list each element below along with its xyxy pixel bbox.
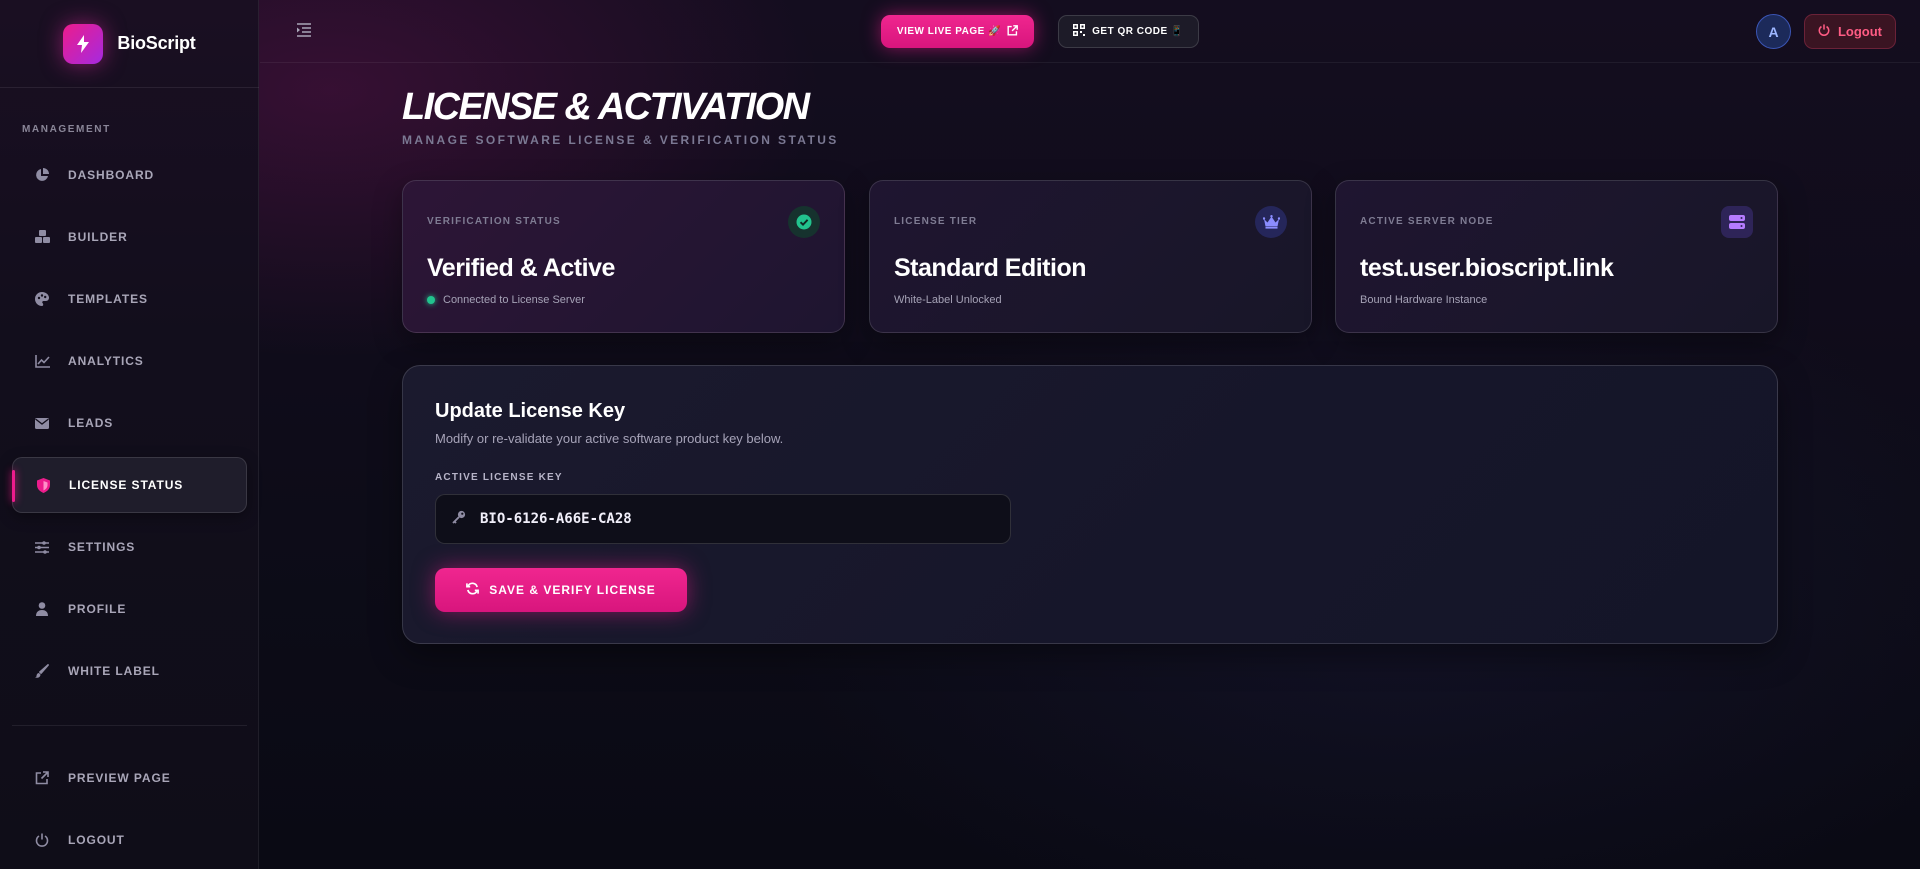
sidebar-item-logout[interactable]: LOGOUT [12,812,247,868]
verification-status-card: VERIFICATION STATUS Verified & Active Co… [402,180,845,333]
sidebar-item-preview-page[interactable]: PREVIEW PAGE [12,750,247,806]
view-live-page-button[interactable]: VIEW LIVE PAGE 🚀 [881,15,1034,48]
crown-icon [1255,206,1287,238]
envelope-icon [34,415,50,431]
sidebar-item-label: LOGOUT [68,833,125,847]
page-title: LICENSE & ACTIVATION [402,86,810,128]
status-dot [427,296,435,304]
view-live-page-label: VIEW LIVE PAGE 🚀 [896,26,1002,37]
sidebar-item-settings[interactable]: SETTINGS [12,519,247,575]
license-key-input[interactable] [480,511,980,527]
external-link-icon [34,770,50,786]
bolt-icon [63,23,104,64]
sidebar-item-label: WHITE LABEL [68,664,160,678]
sidebar-item-label: LICENSE STATUS [69,478,184,492]
sidebar-item-builder[interactable]: BUILDER [12,209,247,265]
card-label: LICENSE TIER [894,216,978,227]
server-icon [1721,206,1753,238]
palette-icon [34,291,50,307]
sidebar-item-analytics[interactable]: ANALYTICS [12,333,247,389]
pie-chart-icon [34,167,50,183]
shield-icon [35,477,51,493]
license-tier-card: LICENSE TIER Standard Edition White-Labe… [869,180,1312,333]
sidebar-item-label: DASHBOARD [68,168,155,182]
license-key-field[interactable] [435,494,1011,544]
brush-icon [34,663,50,679]
sidebar-item-leads[interactable]: LEADS [12,395,247,451]
card-note: Bound Hardware Instance [1360,294,1487,306]
sidebar-item-license-status[interactable]: LICENSE STATUS [12,457,247,513]
sidebar-item-label: SETTINGS [68,540,136,554]
top-bar: VIEW LIVE PAGE 🚀 GET QR CODE 📱 A Logout [260,0,1920,63]
check-circle-icon [788,206,820,238]
logout-label: Logout [1837,24,1883,39]
sidebar-item-label: PROFILE [68,602,127,616]
save-verify-license-label: SAVE & VERIFY LICENSE [489,583,656,597]
sidebar-item-label: ANALYTICS [68,354,144,368]
avatar[interactable]: A [1756,14,1791,49]
user-icon [34,601,50,617]
power-icon [34,832,50,848]
power-icon [1818,24,1830,39]
license-key-label: ACTIVE LICENSE KEY [435,472,563,483]
get-qr-code-label: GET QR CODE 📱 [1092,26,1184,37]
active-server-node-card: ACTIVE SERVER NODE test.user.bioscript.l… [1335,180,1778,333]
card-note: White-Label Unlocked [894,294,1002,306]
brand-name: BioScript [117,33,196,53]
sidebar-item-profile[interactable]: PROFILE [12,581,247,637]
sliders-icon [34,539,50,555]
page-subtitle: MANAGE SOFTWARE LICENSE & VERIFICATION S… [402,133,839,147]
card-label: VERIFICATION STATUS [427,216,561,227]
sidebar-section-label: MANAGEMENT [22,124,111,135]
panel-description: Modify or re-validate your active softwa… [435,431,784,446]
card-note: Connected to License Server [427,294,585,306]
card-value: Verified & Active [427,254,615,282]
panel-title: Update License Key [435,400,626,422]
sidebar: BioScript MANAGEMENT DASHBOARD BUILDER T… [0,0,259,869]
save-verify-license-button[interactable]: SAVE & VERIFY LICENSE [435,568,687,612]
card-note-text: Bound Hardware Instance [1360,294,1488,306]
update-license-panel: Update License Key Modify or re-validate… [402,365,1778,644]
brand[interactable]: BioScript [0,0,259,88]
card-value: test.user.bioscript.link [1360,254,1614,282]
sidebar-item-label: BUILDER [68,230,128,244]
sidebar-item-white-label[interactable]: WHITE LABEL [12,643,247,699]
sidebar-item-label: PREVIEW PAGE [68,771,171,785]
sidebar-divider [12,725,247,726]
qr-code-icon [1073,24,1086,39]
line-chart-icon [34,353,50,369]
card-value: Standard Edition [894,254,1087,282]
external-link-icon [1007,24,1018,39]
sidebar-item-dashboard[interactable]: DASHBOARD [12,147,247,203]
logout-button[interactable]: Logout [1804,14,1896,49]
card-note-text: White-Label Unlocked [894,294,1002,306]
menu-toggle-icon[interactable] [296,22,316,40]
sidebar-item-templates[interactable]: TEMPLATES [12,271,247,327]
get-qr-code-button[interactable]: GET QR CODE 📱 [1058,15,1199,48]
card-label: ACTIVE SERVER NODE [1360,216,1494,227]
card-note-text: Connected to License Server [443,294,585,306]
sidebar-item-label: LEADS [68,416,114,430]
sidebar-item-label: TEMPLATES [68,292,148,306]
cubes-icon [34,229,50,245]
refresh-icon [466,582,480,598]
key-icon [452,510,466,529]
